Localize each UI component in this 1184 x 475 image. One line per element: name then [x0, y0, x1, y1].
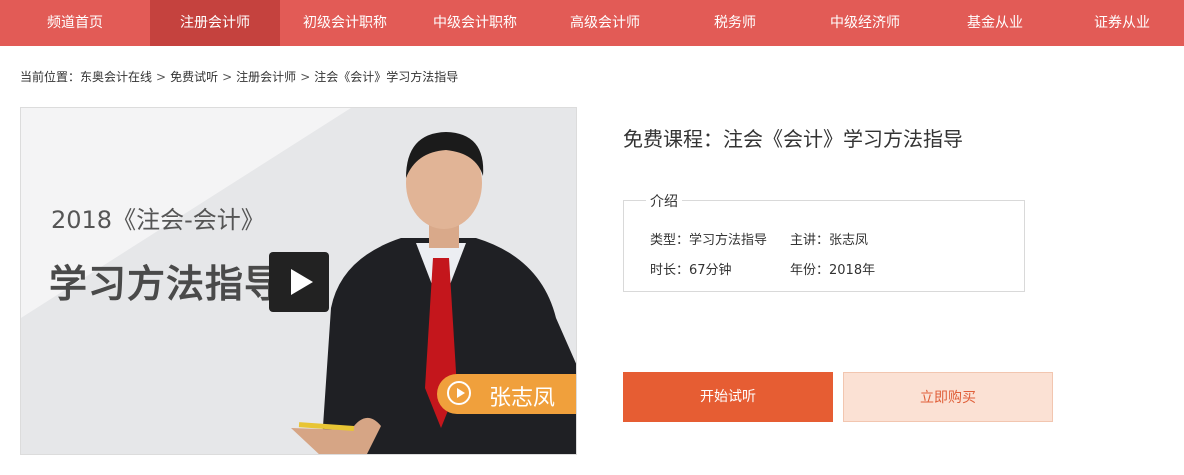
- course-year: 年份：2018年: [790, 263, 876, 278]
- breadcrumb-separator: >: [222, 70, 233, 84]
- intro-row-type: 类型：学习方法指导 主讲：张志凤: [650, 229, 868, 248]
- breadcrumb-separator: >: [300, 70, 311, 84]
- breadcrumb-link-free[interactable]: 免费试听: [170, 70, 218, 84]
- nav-item-tax-agent[interactable]: 税务师: [670, 0, 800, 46]
- video-poster[interactable]: 2018《注会-会计》 学习方法指导 张志凤: [20, 107, 577, 455]
- buy-now-button[interactable]: 立即购买: [843, 372, 1053, 422]
- nav-item-senior-accountant[interactable]: 高级会计师: [540, 0, 670, 46]
- teacher-name-tag: 张志凤: [437, 374, 576, 414]
- play-button[interactable]: [269, 252, 329, 312]
- breadcrumb: 当前位置：东奥会计在线 > 免费试听 > 注册会计师 > 注会《会计》学习方法指导: [20, 68, 458, 85]
- course-type: 类型：学习方法指导: [650, 233, 768, 248]
- nav-item-junior-accounting[interactable]: 初级会计职称: [280, 0, 410, 46]
- breadcrumb-current: 注会《会计》学习方法指导: [314, 70, 459, 84]
- nav-item-fund[interactable]: 基金从业: [930, 0, 1060, 46]
- course-duration: 时长：67分钟: [650, 263, 732, 278]
- poster-title-line: 学习方法指导: [49, 262, 284, 306]
- nav-item-cpa[interactable]: 注册会计师: [150, 0, 280, 46]
- course-lecturer: 主讲：张志凤: [790, 233, 869, 248]
- nav-item-securities[interactable]: 证券从业: [1060, 0, 1184, 46]
- start-trial-button[interactable]: 开始试听: [623, 372, 833, 422]
- intro-label: 介绍: [646, 191, 682, 211]
- nav-item-intermediate-accounting[interactable]: 中级会计职称: [410, 0, 540, 46]
- intro-row-duration: 时长：67分钟 年份：2018年: [650, 259, 875, 278]
- teacher-name: 张志凤: [489, 386, 556, 411]
- nav-item-economist[interactable]: 中级经济师: [800, 0, 930, 46]
- nav-item-home[interactable]: 频道首页: [0, 0, 150, 46]
- top-nav: 频道首页 注册会计师 初级会计职称 中级会计职称 高级会计师 税务师 中级经济师…: [0, 0, 1184, 46]
- course-title: 免费课程：注会《会计》学习方法指导: [623, 127, 963, 151]
- breadcrumb-separator: >: [156, 70, 167, 84]
- breadcrumb-prefix: 当前位置：: [20, 70, 81, 84]
- intro-box: 介绍 类型：学习方法指导 主讲：张志凤 时长：67分钟 年份：2018年: [623, 191, 1025, 292]
- poster-year-line: 2018《注会-会计》: [51, 206, 265, 234]
- breadcrumb-link-home[interactable]: 东奥会计在线: [80, 70, 152, 84]
- breadcrumb-link-cpa[interactable]: 注册会计师: [236, 70, 296, 84]
- play-circle-icon: [447, 381, 471, 405]
